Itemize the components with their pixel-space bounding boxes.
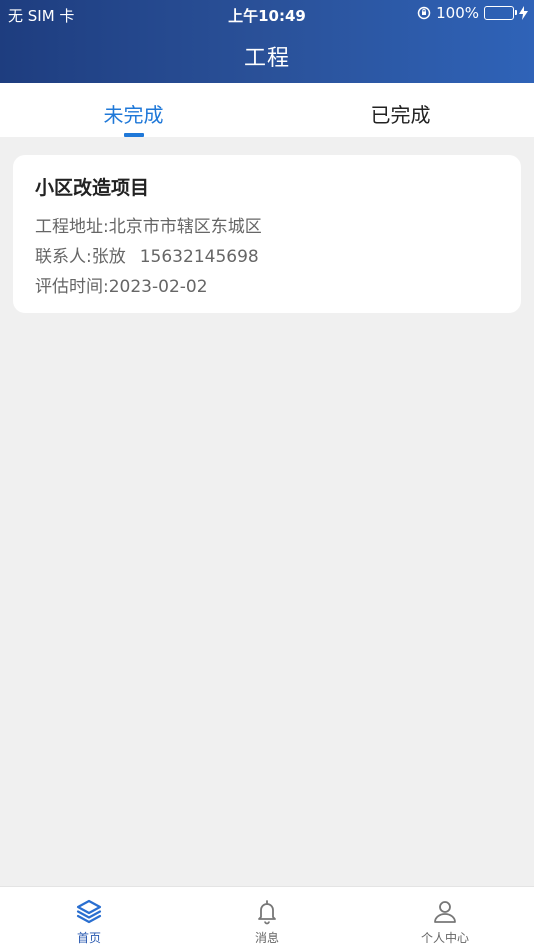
tabbar-messages[interactable]: 消息: [178, 887, 356, 950]
bottom-tab-bar: 首页 消息 个人中心: [0, 886, 534, 950]
layers-icon: [76, 899, 102, 924]
date-value: 2023-02-02: [108, 277, 208, 297]
user-icon: [434, 901, 456, 923]
status-right: 100%: [417, 4, 528, 22]
project-contact-line: 联系人:张放 15632145698: [35, 242, 499, 272]
tabbar-profile[interactable]: 个人中心: [356, 887, 534, 950]
battery-percent: 100%: [436, 4, 479, 22]
tab-completed[interactable]: 已完成: [267, 83, 534, 137]
battery-icon: [484, 6, 517, 20]
tabbar-profile-label: 个人中心: [420, 931, 469, 945]
contact-label: 联系人:: [35, 247, 92, 267]
tab-incomplete[interactable]: 未完成: [0, 83, 267, 137]
charging-bolt-icon: [519, 6, 528, 20]
address-value: 北京市市辖区东城区: [108, 217, 262, 237]
tabbar-home[interactable]: 首页: [0, 887, 178, 950]
app-header: 无 SIM 卡 上午10:49 100% 工程: [0, 0, 534, 83]
orientation-lock-icon: [417, 6, 431, 20]
bell-icon: [258, 900, 276, 925]
page-title: 工程: [243, 46, 290, 71]
address-label: 工程地址:: [35, 217, 109, 237]
project-name: 小区改造项目: [35, 177, 150, 199]
status-tabs: 未完成 已完成: [0, 83, 534, 137]
date-label: 评估时间:: [35, 277, 109, 297]
project-address-line: 工程地址:北京市市辖区东城区: [35, 212, 499, 242]
contact-name: 张放: [91, 247, 126, 267]
contact-phone: 15632145698: [139, 247, 259, 267]
tabbar-home-label: 首页: [76, 931, 101, 945]
project-date-line: 评估时间:2023-02-02: [35, 272, 499, 302]
project-card[interactable]: 小区改造项目 工程地址:北京市市辖区东城区 联系人:张放 15632145698 …: [13, 155, 521, 313]
tabbar-messages-label: 消息: [254, 931, 279, 945]
status-bar: 无 SIM 卡 上午10:49 100%: [0, 0, 534, 28]
